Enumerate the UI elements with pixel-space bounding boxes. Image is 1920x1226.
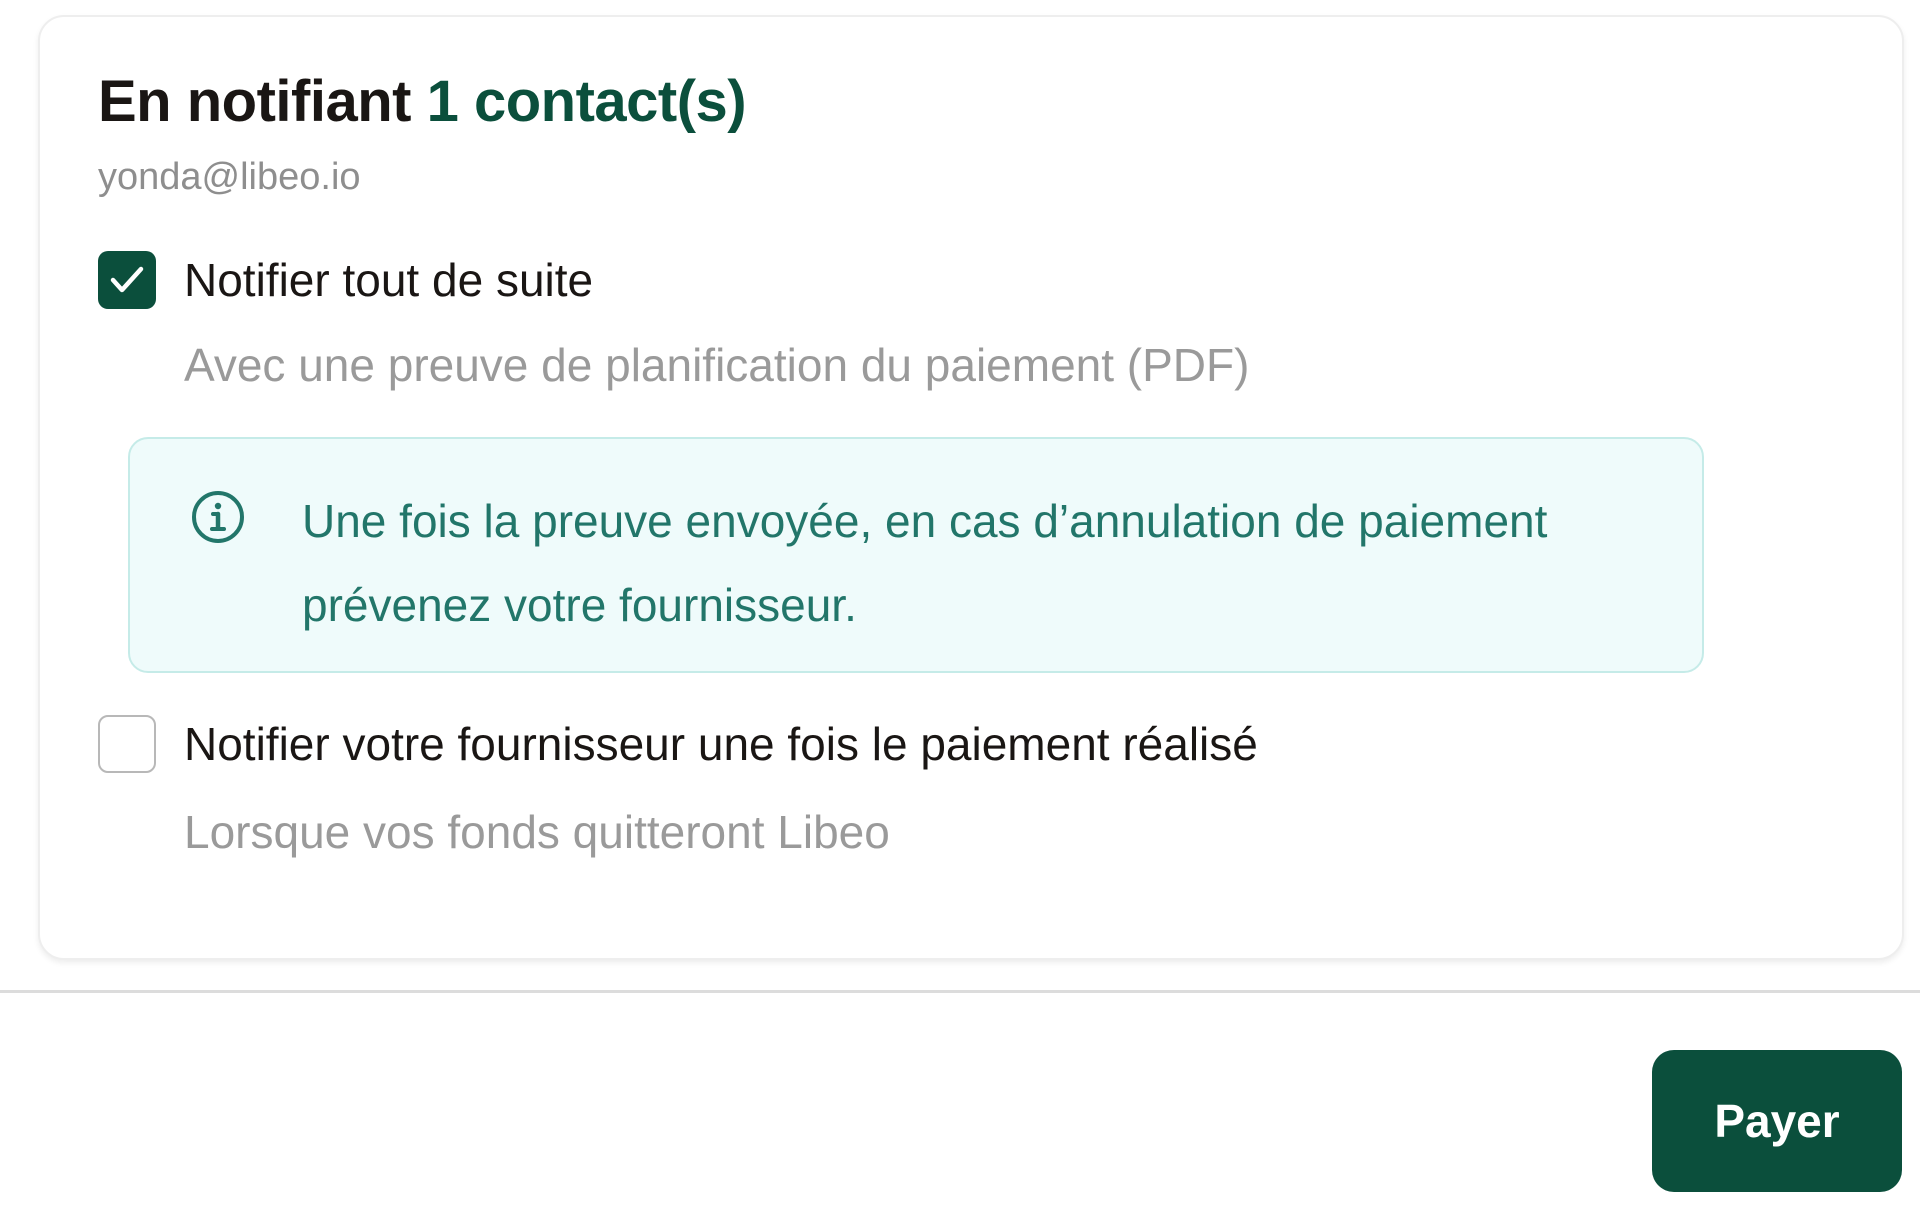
pay-button[interactable]: Payer <box>1652 1050 1902 1192</box>
contact-count: 1 contact(s) <box>426 69 747 134</box>
info-callout-text: Une fois la preuve envoyée, en cas d’ann… <box>302 495 1548 631</box>
info-circle-icon <box>192 491 244 543</box>
payment-notification-step: En notifiant 1 contact(s) yonda@libeo.io… <box>0 0 1920 1226</box>
checkmark-icon <box>110 266 144 293</box>
notify-now-label[interactable]: Notifier tout de suite <box>184 253 593 307</box>
notification-title: En notifiant 1 contact(s) <box>98 68 747 135</box>
notify-after-payment-description: Lorsque vos fonds quitteront Libeo <box>184 806 890 858</box>
info-callout: Une fois la preuve envoyée, en cas d’ann… <box>128 437 1704 673</box>
notify-now-checkbox[interactable] <box>98 251 156 309</box>
title-prefix: En notifiant <box>98 69 411 134</box>
notify-after-payment-label[interactable]: Notifier votre fournisseur une fois le p… <box>184 717 1258 771</box>
contact-email: yonda@libeo.io <box>98 156 361 198</box>
footer-divider <box>0 990 1920 993</box>
notify-after-payment-checkbox[interactable] <box>98 715 156 773</box>
notify-now-description: Avec une preuve de planification du paie… <box>184 339 1250 391</box>
